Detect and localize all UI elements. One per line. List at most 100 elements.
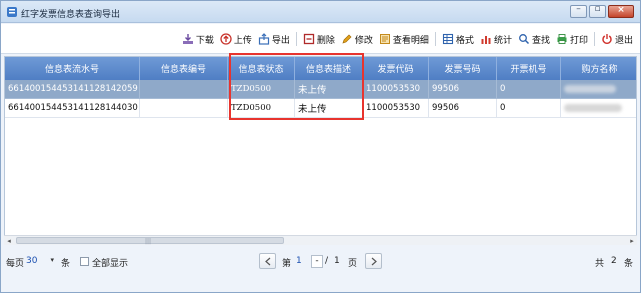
column-header-buyer[interactable]: 购方名称 — [561, 57, 636, 80]
page-prefix: 第 — [282, 259, 292, 269]
column-header-number[interactable]: 信息表编号 — [140, 57, 228, 80]
page-slash: / — [325, 256, 329, 266]
cell-status: TZD0500 — [228, 99, 295, 118]
print-button[interactable]: 打印 — [553, 31, 591, 47]
format-button[interactable]: 格式 — [439, 31, 477, 47]
exit-icon — [602, 34, 612, 44]
table-row[interactable]: 661400154453141128144030 TZD0500 未上传 110… — [5, 99, 636, 118]
current-page: 1 — [296, 256, 302, 266]
column-header-invoice-number[interactable]: 发票号码 — [429, 57, 497, 80]
scrollbar-thumb[interactable]: ||| — [16, 237, 284, 245]
page-size-select[interactable]: 30 ▾ — [26, 256, 56, 269]
table-header: 信息表流水号 信息表编号 信息表状态 信息表描述 发票代码 发票号码 开票机号 … — [5, 57, 636, 80]
column-header-invoice-code[interactable]: 发票代码 — [363, 57, 429, 80]
export-label: 导出 — [271, 35, 290, 46]
search-icon — [519, 34, 529, 45]
exit-button[interactable]: 退出 — [598, 31, 636, 47]
scroll-left-icon[interactable]: ◂ — [4, 236, 14, 246]
format-icon — [442, 33, 453, 45]
close-button[interactable]: × — [608, 5, 634, 18]
download-button[interactable]: 下载 — [179, 31, 217, 47]
cell-invoice-code: 1100053530 — [363, 80, 429, 99]
chevron-left-icon — [265, 257, 271, 266]
cell-buyer — [561, 99, 636, 118]
column-header-description[interactable]: 信息表描述 — [295, 57, 363, 80]
cell-invoice-code: 1100053530 — [363, 99, 429, 118]
cell-serial: 661400154453141128142059 — [5, 80, 140, 99]
redacted-buyer-name — [564, 85, 616, 93]
column-header-status[interactable]: 信息表状态 — [228, 57, 295, 80]
next-page-button[interactable] — [365, 253, 382, 269]
upload-icon — [220, 33, 232, 45]
edit-icon — [342, 34, 352, 44]
horizontal-scrollbar[interactable]: ◂ ||| ▸ — [4, 235, 637, 245]
main-window: 红字发票信息表查询导出 – ▫ × 下载 上传 导出 删除 修改 查看明细 格式… — [0, 0, 641, 293]
total-count: 2 — [611, 256, 617, 266]
export-button[interactable]: 导出 — [255, 31, 293, 47]
view-detail-button[interactable]: 查看明细 — [376, 31, 432, 47]
column-header-serial[interactable]: 信息表流水号 — [5, 57, 140, 80]
page-suffix: 页 — [348, 259, 358, 269]
cell-number — [140, 99, 228, 118]
cell-number — [140, 80, 228, 99]
view-detail-icon — [379, 34, 390, 44]
statistics-label: 统计 — [493, 35, 512, 46]
per-page-label: 每页 — [6, 259, 25, 269]
minimize-button[interactable]: – — [570, 4, 587, 18]
window-title: 红字发票信息表查询导出 — [21, 10, 121, 20]
export-icon — [258, 33, 269, 45]
upload-label: 上传 — [233, 35, 252, 46]
view-detail-label: 查看明细 — [392, 35, 429, 46]
cell-machine-no: 0 — [497, 80, 561, 99]
print-icon — [557, 34, 567, 44]
prev-page-button[interactable] — [259, 253, 276, 269]
scroll-right-icon[interactable]: ▸ — [627, 236, 637, 246]
search-label: 查找 — [531, 35, 550, 46]
show-all-checkbox[interactable] — [80, 257, 89, 266]
exit-label: 退出 — [614, 35, 633, 46]
cell-invoice-number: 99506 — [429, 80, 497, 99]
restore-button[interactable]: ▫ — [589, 4, 606, 18]
format-label: 格式 — [455, 35, 474, 46]
chevron-down-icon: ▾ — [50, 256, 54, 264]
cell-invoice-number: 99506 — [429, 99, 497, 118]
search-button[interactable]: 查找 — [515, 31, 553, 47]
edit-label: 修改 — [354, 35, 373, 46]
column-header-machine-no[interactable]: 开票机号 — [497, 57, 561, 80]
toolbar-separator — [295, 32, 297, 46]
page-size-value: 30 — [26, 256, 38, 266]
cell-status: TZD0500 — [228, 80, 295, 99]
delete-button[interactable]: 删除 — [300, 31, 338, 47]
print-label: 打印 — [569, 35, 588, 46]
chevron-right-icon — [371, 257, 377, 266]
delete-label: 删除 — [316, 35, 335, 46]
grip-icon: ||| — [145, 238, 152, 245]
download-label: 下载 — [195, 35, 214, 46]
toolbar: 下载 上传 导出 删除 修改 查看明细 格式 统计 查找 打印 退出 — [1, 24, 640, 54]
minimize-icon: – — [576, 4, 581, 14]
cell-description: 未上传 — [295, 80, 363, 99]
edit-button[interactable]: 修改 — [338, 31, 376, 47]
close-icon: × — [617, 5, 625, 15]
upload-button[interactable]: 上传 — [217, 31, 255, 47]
redacted-buyer-name — [564, 104, 622, 112]
total-prefix: 共 — [595, 259, 605, 269]
title-bar: 红字发票信息表查询导出 – ▫ × — [1, 1, 640, 23]
total-pages: 1 — [334, 256, 340, 266]
download-icon — [182, 34, 193, 44]
total-suffix: 条 — [624, 259, 634, 269]
invoice-info-table: 信息表流水号 信息表编号 信息表状态 信息表描述 发票代码 发票号码 开票机号 … — [4, 56, 637, 244]
restore-icon: ▫ — [594, 4, 601, 14]
toolbar-separator — [593, 32, 595, 46]
unit-label: 条 — [61, 259, 71, 269]
statistics-button[interactable]: 统计 — [477, 31, 515, 47]
cell-description: 未上传 — [295, 99, 363, 118]
cell-buyer — [561, 80, 636, 99]
table-row[interactable]: 661400154453141128142059 TZD0500 未上传 110… — [5, 80, 636, 99]
pagination-bar: 每页 30 ▾ 条 全部显示 第 1 - / 1 页 共 2 条 — [1, 247, 640, 277]
toolbar-separator — [434, 32, 436, 46]
delete-icon — [303, 33, 315, 45]
show-all-label: 全部显示 — [92, 259, 129, 269]
app-icon — [7, 7, 17, 17]
page-jump-input[interactable]: - — [311, 255, 323, 268]
